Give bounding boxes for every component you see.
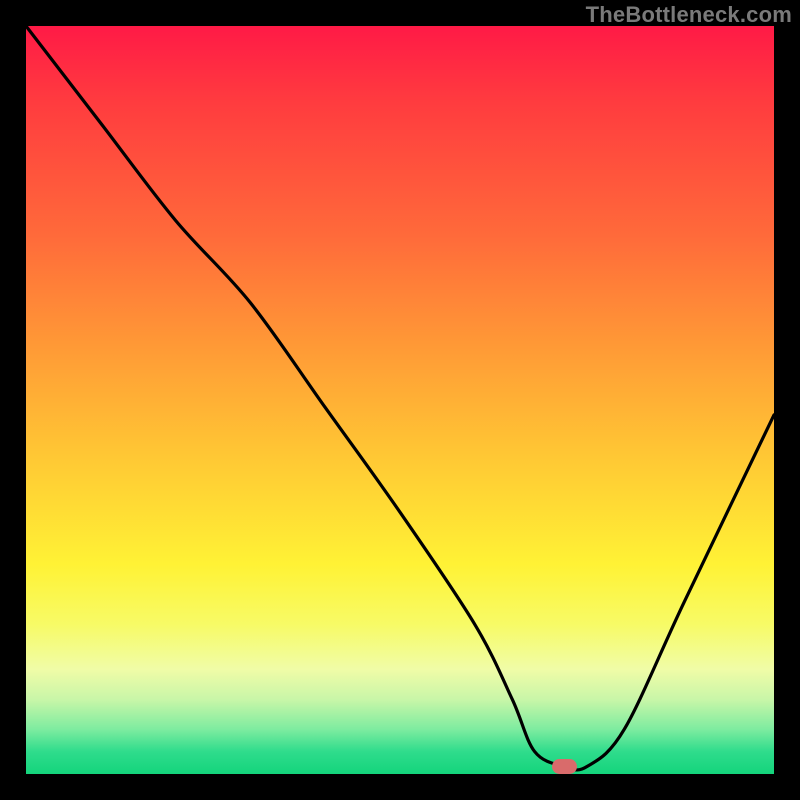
bottleneck-curve [26,26,774,774]
chart-frame: TheBottleneck.com [0,0,800,800]
chart-plot-area [26,26,774,774]
curve-path [26,26,774,770]
watermark-text: TheBottleneck.com [586,2,792,28]
optimal-point-marker [552,759,577,774]
